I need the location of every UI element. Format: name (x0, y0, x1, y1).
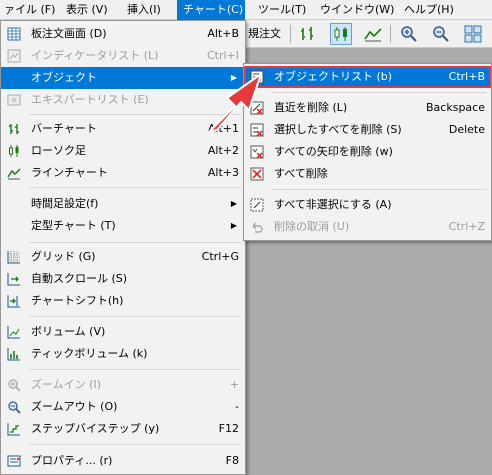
line-chart-button[interactable] (362, 23, 384, 45)
menu-item-order-board[interactable]: 板注文画面 (D) Alt+B (1, 23, 245, 45)
tick-volume-icon (7, 347, 21, 361)
bar-chart-button[interactable] (297, 23, 319, 45)
menu-separator (29, 369, 241, 370)
menu-item-zoom-in[interactable]: ズームイン (I) + (1, 374, 245, 396)
candlestick-button[interactable] (330, 23, 352, 45)
menu-item-delete-selected[interactable]: 選択したすべてを削除 (S) Delete (244, 119, 491, 141)
menu-item-object-list[interactable]: オブジェクトリスト (b) Ctrl+B (244, 66, 491, 88)
submenu-arrow-icon: ▶ (230, 199, 237, 208)
candlestick-icon (7, 144, 21, 158)
auto-scroll-icon (7, 272, 21, 286)
menu-item-tick-volume[interactable]: ティックボリューム (k) (1, 343, 245, 365)
menu-separator (29, 242, 241, 243)
tile-windows-icon (464, 25, 482, 43)
menu-item-undo-delete[interactable]: 削除の取消 (U) Ctrl+Z (244, 216, 491, 238)
zoom-out-icon (7, 400, 21, 414)
line-chart-icon (7, 166, 21, 180)
menu-item-unselect-all[interactable]: すべて非選択にする (A) (244, 194, 491, 216)
menu-item-template[interactable]: 定型チャート (T) ▶ (1, 215, 245, 237)
menu-item-delete-last[interactable]: 直近を削除 (L) Backspace (244, 97, 491, 119)
menu-item-grid[interactable]: グリッド (G) Ctrl+G (1, 246, 245, 268)
step-by-step-icon (7, 422, 21, 436)
undo-delete-icon (250, 220, 264, 234)
new-order-button[interactable]: 規注文 (248, 20, 281, 48)
menu-item-delete-all[interactable]: すべて削除 (244, 163, 491, 185)
order-board-icon (7, 27, 21, 41)
properties-icon (7, 454, 21, 468)
menu-item-zoom-out[interactable]: ズームアウト (O) - (1, 396, 245, 418)
volume-icon (7, 325, 21, 339)
menu-item-auto-scroll[interactable]: 自動スクロール (S) (1, 268, 245, 290)
menu-insert[interactable]: 挿入(I) (121, 0, 167, 20)
menu-item-volume[interactable]: ボリューム (V) (1, 321, 245, 343)
chart-shift-icon (7, 294, 21, 308)
menu-item-candlestick[interactable]: ローソク足 Alt+2 (1, 140, 245, 162)
menu-item-step-by-step[interactable]: ステップバイステップ (y) F12 (1, 418, 245, 440)
menu-separator (29, 444, 241, 445)
menu-help[interactable]: ヘルプ(H) (398, 0, 460, 20)
callout-arrow-icon (208, 73, 262, 133)
zoom-out-icon (433, 26, 449, 42)
bar-chart-icon (7, 122, 21, 136)
indicator-list-icon (7, 49, 21, 63)
menu-item-indicator-list[interactable]: インディケータリスト (L) Ctrl+I (1, 45, 245, 67)
submenu-arrow-icon: ▶ (230, 221, 237, 230)
toolbar-separator (290, 25, 291, 43)
menu-separator (272, 189, 487, 190)
unselect-all-icon (250, 198, 264, 212)
bar-chart-icon (301, 27, 313, 40)
tile-windows-button[interactable] (462, 23, 484, 45)
delete-arrows-icon (250, 145, 264, 159)
menubar: ァイル (F) 表示 (V) 挿入(I) チャート(C) ツール(T) ウインド… (0, 0, 492, 20)
zoom-out-button[interactable] (430, 23, 452, 45)
zoom-in-icon (401, 26, 417, 42)
menu-chart[interactable]: チャート(C) (177, 0, 245, 20)
zoom-in-button[interactable] (398, 23, 420, 45)
delete-all-icon (250, 167, 264, 181)
expert-list-icon (7, 93, 21, 107)
menu-tools[interactable]: ツール(T) (252, 0, 312, 20)
menu-item-timeframe[interactable]: 時間足設定(f) ▶ (1, 193, 245, 215)
toolbar-separator (390, 25, 391, 43)
menu-view[interactable]: 表示 (V) (60, 0, 114, 20)
menu-item-chart-shift[interactable]: チャートシフト(h) (1, 290, 245, 312)
menu-item-properties[interactable]: プロパティ... (r) F8 (1, 450, 245, 472)
menu-window[interactable]: ウインドウ(W) (314, 0, 400, 20)
menu-file[interactable]: ァイル (F) (0, 0, 61, 20)
grid-icon (7, 250, 21, 264)
zoom-in-icon (7, 378, 21, 392)
menu-separator (29, 316, 241, 317)
menu-item-line-chart[interactable]: ラインチャート Alt+3 (1, 162, 245, 184)
line-chart-icon (364, 28, 382, 42)
menu-separator (272, 92, 487, 93)
menu-separator (29, 187, 241, 188)
candlestick-icon (334, 27, 347, 41)
menu-item-delete-arrows[interactable]: すべての矢印を削除 (w) (244, 141, 491, 163)
objects-submenu: オブジェクトリスト (b) Ctrl+B 直近を削除 (L) Backspace… (243, 63, 492, 241)
